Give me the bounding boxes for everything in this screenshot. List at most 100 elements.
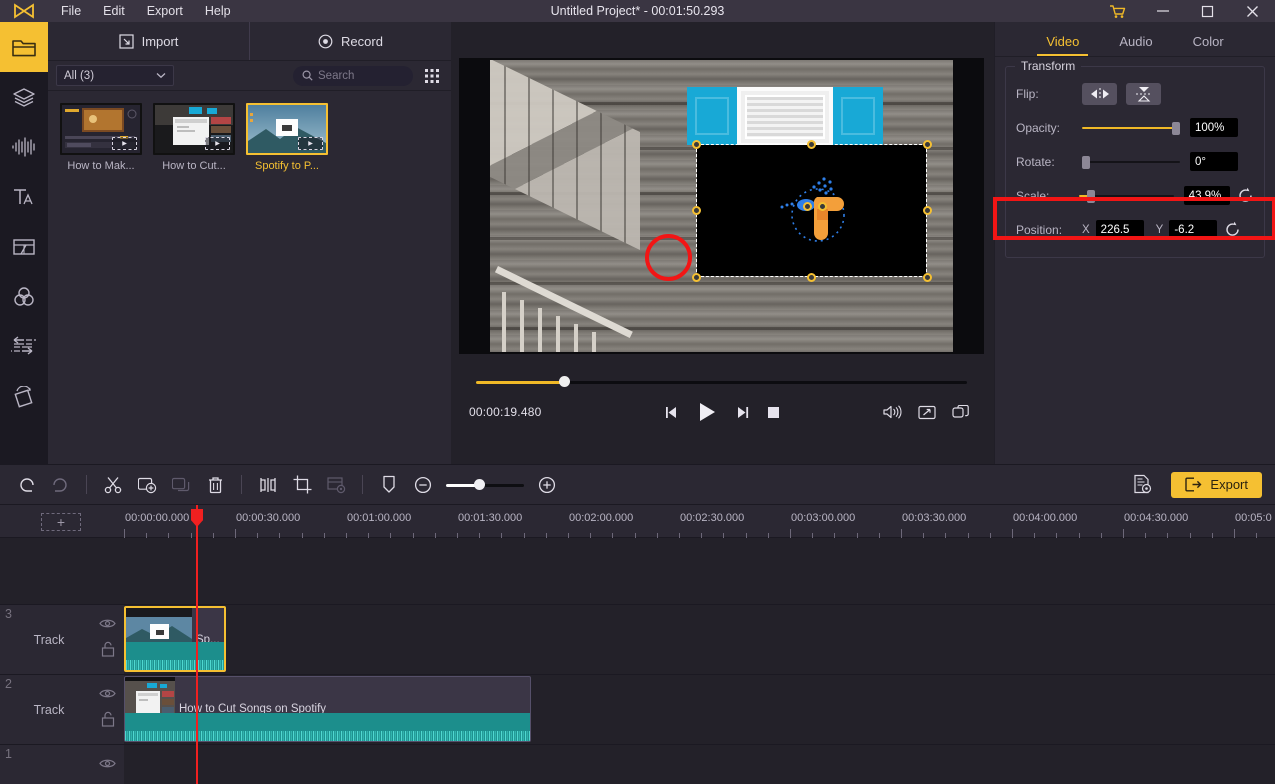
media-card-0[interactable]: How to Mak...	[60, 103, 142, 172]
position-x-value[interactable]: 226.5	[1096, 220, 1144, 239]
stop-icon[interactable]	[767, 406, 780, 419]
eye-icon[interactable]	[99, 688, 116, 699]
play-icon[interactable]	[697, 401, 717, 423]
media-card-2[interactable]: Spotify to P...	[246, 103, 328, 172]
slider-thumb[interactable]	[1082, 156, 1090, 169]
scale-value[interactable]: 43.9%	[1184, 186, 1230, 205]
selection-handle-bm[interactable]	[807, 273, 816, 282]
record-label: Record	[341, 34, 383, 49]
next-frame-icon[interactable]	[734, 405, 750, 420]
render-preview-button[interactable]	[1125, 464, 1159, 505]
rail-item-filters[interactable]	[0, 272, 48, 322]
grid-view-icon[interactable]	[421, 65, 443, 87]
minimize-icon[interactable]	[1140, 0, 1185, 22]
left-tool-rail	[0, 22, 48, 464]
menu-export[interactable]: Export	[136, 0, 194, 22]
rail-item-audio[interactable]	[0, 122, 48, 172]
export-button[interactable]: Export	[1171, 472, 1262, 498]
timeline-zoom-slider[interactable]	[446, 475, 524, 495]
app-logo-icon	[0, 0, 48, 22]
unlock-icon[interactable]	[101, 641, 115, 657]
rail-item-text[interactable]	[0, 172, 48, 222]
media-card-1[interactable]: How to Cut...	[153, 103, 235, 172]
tab-color[interactable]: Color	[1193, 34, 1224, 56]
menu-help[interactable]: Help	[194, 0, 242, 22]
media-thumbnail	[60, 103, 142, 155]
pop-out-icon[interactable]	[952, 405, 970, 420]
marker-button[interactable]	[372, 464, 406, 505]
copy-button[interactable]	[164, 464, 198, 505]
selection-handle-tl[interactable]	[692, 140, 701, 149]
track-header: 2 Track	[0, 675, 124, 744]
selection-handle-br[interactable]	[923, 273, 932, 282]
timeline-clip[interactable]: How to Cut Songs on Spotify	[124, 676, 531, 742]
selection-handle-mr[interactable]	[923, 206, 932, 215]
media-filter-select[interactable]: All (3)	[56, 65, 174, 86]
media-search-box[interactable]	[293, 66, 413, 86]
flip-horizontal-icon[interactable]	[1082, 83, 1117, 105]
add-marker-button[interactable]	[130, 464, 164, 505]
pip-settings-button[interactable]	[319, 464, 353, 505]
tab-audio[interactable]: Audio	[1119, 34, 1152, 56]
redo-button[interactable]	[43, 464, 77, 505]
overlay-video-clip[interactable]	[697, 145, 926, 276]
rail-item-effects[interactable]	[0, 372, 48, 422]
speaker-icon[interactable]	[883, 404, 902, 420]
playhead[interactable]	[196, 505, 198, 784]
undo-button[interactable]	[9, 464, 43, 505]
add-track-button[interactable]: +	[41, 513, 81, 531]
selection-center-handle[interactable]	[803, 202, 812, 211]
slider-thumb[interactable]	[1087, 190, 1095, 203]
reset-icon[interactable]	[1237, 187, 1254, 204]
record-button[interactable]: Record	[250, 22, 451, 60]
opacity-value[interactable]: 100%	[1190, 118, 1238, 137]
reset-icon[interactable]	[1224, 221, 1241, 238]
rail-item-transitions[interactable]	[0, 222, 48, 272]
position-y-value[interactable]: -6.2	[1169, 220, 1217, 239]
rail-item-media[interactable]	[0, 22, 48, 72]
selection-handle-tm[interactable]	[807, 140, 816, 149]
eye-icon[interactable]	[99, 758, 116, 769]
scale-slider[interactable]	[1079, 186, 1173, 206]
fullscreen-icon[interactable]	[918, 405, 936, 420]
preview-scrubber[interactable]	[459, 374, 984, 390]
scrubber-knob[interactable]	[559, 376, 570, 387]
selection-handle-tr[interactable]	[923, 140, 932, 149]
track-content[interactable]: How to Cut Songs on Spotify	[124, 675, 1275, 744]
rail-item-animations[interactable]	[0, 322, 48, 372]
crop-button[interactable]	[285, 464, 319, 505]
unlock-icon[interactable]	[101, 711, 115, 727]
split-button[interactable]	[96, 464, 130, 505]
close-icon[interactable]	[1230, 0, 1275, 22]
import-button[interactable]: Import	[48, 22, 250, 60]
shopping-cart-icon[interactable]	[1095, 0, 1140, 22]
tab-video[interactable]: Video	[1046, 34, 1079, 56]
zoom-thumb[interactable]	[474, 479, 485, 490]
menu-edit[interactable]: Edit	[92, 0, 136, 22]
rotate-value[interactable]: 0°	[1190, 152, 1238, 171]
search-input[interactable]	[318, 70, 406, 82]
menu-file[interactable]: File	[50, 0, 92, 22]
selection-rotate-handle[interactable]	[818, 202, 827, 211]
delete-button[interactable]	[198, 464, 232, 505]
opacity-slider[interactable]	[1082, 118, 1180, 138]
zoom-out-button[interactable]	[406, 464, 440, 505]
preview-stage[interactable]	[459, 58, 984, 354]
track-content[interactable]: Sp...	[124, 605, 1275, 674]
zoom-in-button[interactable]	[530, 464, 564, 505]
media-item-grid: How to Mak...	[48, 91, 451, 172]
selection-handle-ml[interactable]	[692, 206, 701, 215]
rail-item-stickers[interactable]	[0, 72, 48, 122]
rotate-slider[interactable]	[1082, 152, 1180, 172]
slider-thumb[interactable]	[1172, 122, 1180, 135]
eye-icon[interactable]	[99, 618, 116, 629]
previous-frame-icon[interactable]	[664, 405, 680, 420]
window-graphic	[737, 87, 833, 147]
maximize-icon[interactable]	[1185, 0, 1230, 22]
timeline-ruler[interactable]: 00:00:00.000 00:00:30.000 00:01:00.000 0…	[124, 505, 1275, 538]
flip-vertical-icon[interactable]	[1126, 83, 1161, 105]
trim-button[interactable]	[251, 464, 285, 505]
selection-handle-bl[interactable]	[692, 273, 701, 282]
track-content[interactable]	[124, 745, 1275, 784]
timeline-clip[interactable]: Sp...	[124, 606, 226, 672]
